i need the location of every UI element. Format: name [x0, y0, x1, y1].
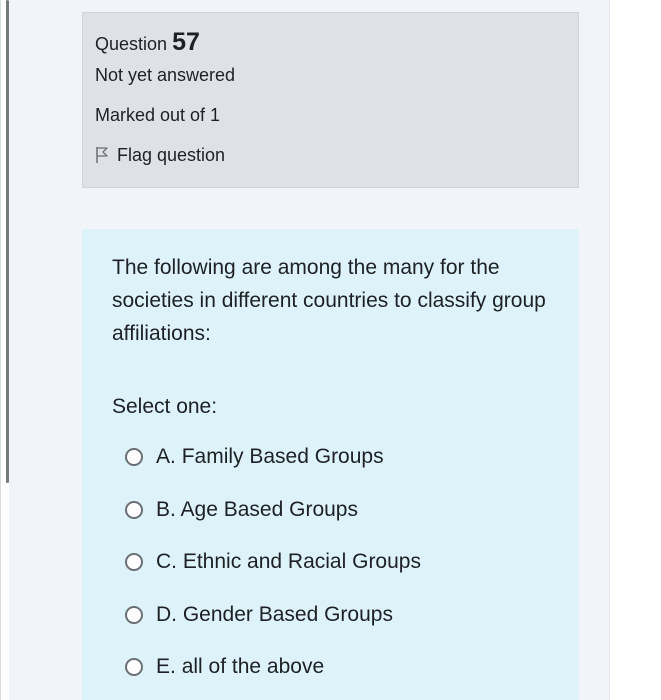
- radio-button[interactable]: [125, 448, 143, 467]
- radio-button[interactable]: [125, 553, 143, 572]
- column-divider: [609, 0, 610, 700]
- radio-button[interactable]: [125, 500, 143, 519]
- question-title: Question 57: [95, 27, 566, 57]
- flag-icon: [96, 147, 108, 163]
- answer-letter: C.: [156, 550, 177, 574]
- answer-text: Ethnic and Racial Groups: [182, 550, 421, 574]
- answer-option-c[interactable]: C. Ethnic and Racial Groups: [112, 536, 549, 589]
- question-prefix: Question: [95, 34, 168, 54]
- answer-label: B. Age Based Groups: [156, 497, 358, 523]
- answer-letter: B.: [156, 497, 176, 521]
- answer-prompt: Select one:: [112, 395, 218, 418]
- radio-button[interactable]: [125, 658, 143, 677]
- flag-question-link[interactable]: Flag question: [95, 144, 566, 166]
- answer-option-a[interactable]: A. Family Based Groups: [112, 431, 549, 484]
- answer-letter: A.: [156, 445, 176, 469]
- answer-label: D. Gender Based Groups: [156, 602, 393, 628]
- answer-option-e[interactable]: E. all of the above: [112, 641, 549, 694]
- answer-label: E. all of the above: [156, 654, 324, 680]
- answer-option-d[interactable]: D. Gender Based Groups: [112, 589, 549, 642]
- question-grade: Marked out of 1: [95, 105, 221, 125]
- answer-label: A. Family Based Groups: [156, 444, 384, 470]
- question-formulation: The following are among the many for the…: [82, 229, 579, 700]
- answer-letter: E.: [156, 655, 176, 679]
- answer-letter: D.: [156, 602, 177, 626]
- answer-text: Gender Based Groups: [182, 602, 393, 626]
- radio-button[interactable]: [125, 605, 143, 624]
- flag-question-label: Flag question: [117, 145, 226, 165]
- question-text: The following are among the many for the…: [112, 256, 546, 345]
- answer-label: C. Ethnic and Racial Groups: [156, 549, 421, 575]
- answer-option-b[interactable]: B. Age Based Groups: [112, 484, 549, 537]
- left-border: [0, 0, 1, 700]
- question-info-panel: Question 57 Not yet answered Marked out …: [82, 12, 579, 188]
- answer-list: A. Family Based Groups B. Age Based Grou…: [112, 431, 549, 694]
- answer-text: all of the above: [181, 655, 325, 679]
- question-number: 57: [172, 28, 200, 56]
- question-state: Not yet answered: [95, 65, 236, 85]
- answer-text: Age Based Groups: [180, 497, 358, 521]
- answer-text: Family Based Groups: [181, 445, 384, 469]
- page: Question 57 Not yet answered Marked out …: [0, 0, 661, 700]
